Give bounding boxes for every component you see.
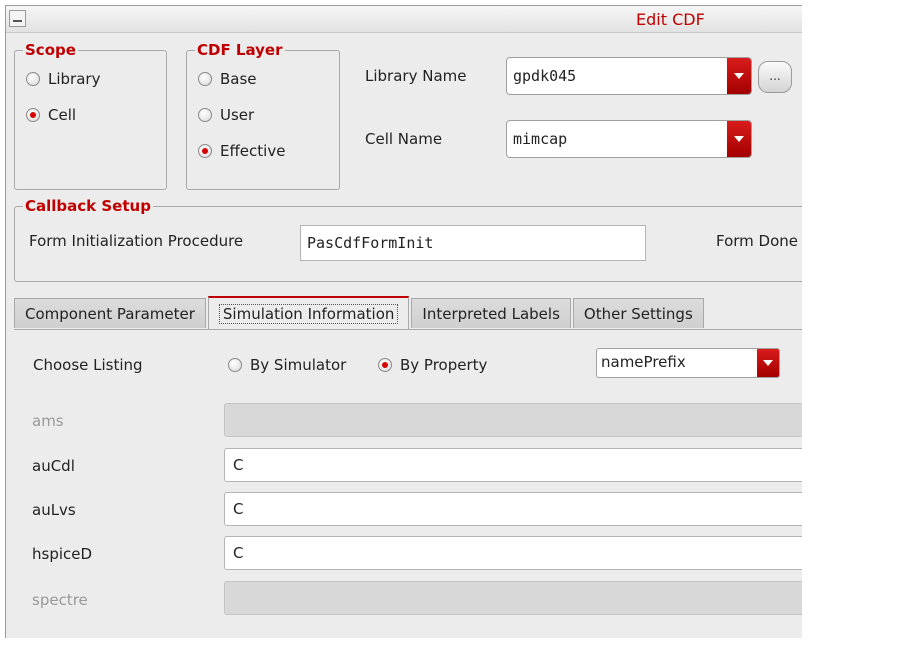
property-label-ams: ams: [32, 412, 64, 430]
window-title: Edit CDF: [636, 10, 705, 29]
library-name-value: gpdk045: [513, 67, 577, 85]
property-field-spectre: [224, 581, 802, 615]
scope-cell-radio[interactable]: Cell: [26, 106, 76, 124]
by-simulator-label: By Simulator: [250, 356, 347, 374]
edit-cdf-window: Edit CDF Scope Library Cell CDF Layer Ba…: [5, 5, 802, 638]
tab-label: Component Parameter: [25, 305, 195, 323]
cell-name-combo[interactable]: mimcap: [506, 120, 752, 158]
tab-other-settings[interactable]: Other Settings: [572, 298, 704, 328]
by-property-label: By Property: [400, 356, 488, 374]
cdf-layer-base-label: Base: [220, 70, 257, 88]
radio-icon: [198, 72, 212, 86]
radio-selected-icon: [378, 358, 392, 372]
chevron-down-icon[interactable]: [727, 121, 751, 157]
tab-label: Simulation Information: [218, 304, 399, 324]
radio-icon: [228, 358, 242, 372]
tab-component-parameter[interactable]: Component Parameter: [14, 298, 206, 328]
property-select[interactable]: namePrefix: [596, 348, 780, 378]
window-menu-icon: [13, 20, 22, 22]
chevron-down-icon[interactable]: [757, 349, 779, 377]
form-init-label: Form Initialization Procedure: [29, 232, 244, 250]
property-field-aucdl[interactable]: C: [224, 448, 802, 482]
chevron-down-icon[interactable]: [727, 58, 751, 94]
radio-icon: [26, 72, 40, 86]
tab-simulation-information[interactable]: Simulation Information: [207, 296, 410, 330]
radio-selected-icon: [198, 144, 212, 158]
property-label-spectre: spectre: [32, 591, 88, 609]
tab-interpreted-labels[interactable]: Interpreted Labels: [411, 298, 571, 328]
cdf-layer-user-radio[interactable]: User: [198, 106, 254, 124]
tab-label: Other Settings: [583, 305, 693, 323]
callback-setup-legend: Callback Setup: [25, 197, 151, 215]
property-field-aulvs[interactable]: C: [224, 492, 802, 526]
scope-library-label: Library: [48, 70, 101, 88]
choose-listing-label: Choose Listing: [33, 356, 143, 374]
property-label-aulvs: auLvs: [32, 501, 76, 519]
form-done-label: Form Done: [716, 232, 799, 250]
cdf-layer-base-radio[interactable]: Base: [198, 70, 257, 88]
cdf-layer-legend: CDF Layer: [197, 41, 283, 59]
title-bar: Edit CDF: [6, 6, 802, 33]
form-init-input[interactable]: PasCdfFormInit: [300, 225, 646, 261]
cell-name-label: Cell Name: [365, 130, 443, 148]
cdf-layer-effective-radio[interactable]: Effective: [198, 142, 285, 160]
library-name-combo[interactable]: gpdk045: [506, 57, 752, 95]
cdf-layer-effective-label: Effective: [220, 142, 286, 160]
cell-name-value: mimcap: [513, 130, 568, 148]
cdf-layer-user-label: User: [220, 106, 255, 124]
radio-icon: [198, 108, 212, 122]
property-field-ams: [224, 403, 802, 437]
property-select-value: namePrefix: [601, 353, 686, 371]
by-property-radio[interactable]: By Property: [378, 356, 487, 374]
property-label-hspiced: hspiceD: [32, 545, 93, 563]
tab-label: Interpreted Labels: [422, 305, 560, 323]
scope-library-radio[interactable]: Library: [26, 70, 100, 88]
property-label-aucdl: auCdl: [32, 457, 75, 475]
tab-bar: Component Parameter Simulation Informati…: [14, 296, 706, 330]
radio-selected-icon: [26, 108, 40, 122]
by-simulator-radio[interactable]: By Simulator: [228, 356, 346, 374]
window-menu-button[interactable]: [9, 10, 26, 27]
property-field-hspiced[interactable]: C: [224, 536, 802, 570]
scope-cell-label: Cell: [48, 106, 77, 124]
scope-legend: Scope: [25, 41, 76, 59]
library-browse-button[interactable]: ...: [758, 61, 792, 93]
library-name-label: Library Name: [365, 67, 467, 85]
